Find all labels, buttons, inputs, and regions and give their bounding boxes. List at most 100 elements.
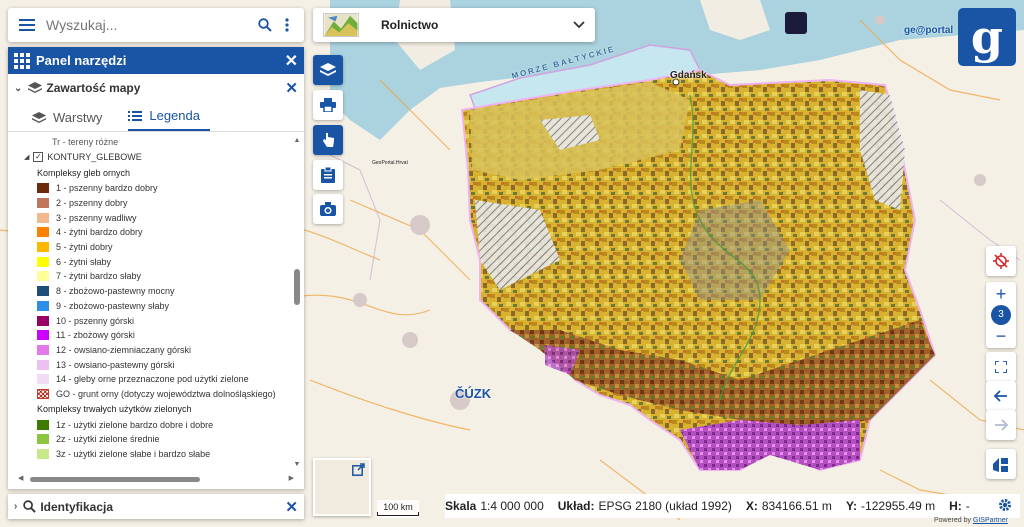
legend-item-label: 14 - gleby orne przeznaczone pod użytki … [56,374,249,385]
legend-item: 3z - użytki zielone słabe i bardzo słabe [8,447,290,462]
print-button[interactable] [313,90,343,120]
printer-icon [320,98,336,112]
forward-button[interactable] [986,410,1016,440]
basemap-button[interactable] [986,449,1016,479]
legend-item-label: 13 - owsiano-pastewny górski [56,359,175,370]
layer-name: KONTURY_GLEBOWE [47,152,142,162]
legend-item-label: 2z - użytki zielone średnie [56,434,160,445]
cuzk-watermark: ČÚZK [455,386,492,401]
legend-swatch [37,419,49,430]
h-value: - [965,499,970,513]
legend-item: 1z - użytki zielone bardzo dobre i dobre [8,417,290,432]
scroll-thumb[interactable] [294,269,300,305]
scale-readout[interactable]: Skala 1:4 000 000 [445,499,544,513]
search-input[interactable] [46,10,254,40]
partner-logo [785,12,807,34]
clipboard-button[interactable] [313,160,343,190]
legend-layer-row[interactable]: ◢ ✓ KONTURY_GLEBOWE [8,149,290,165]
legend-swatch [37,374,49,385]
theme-selector[interactable]: Rolnictwo [313,8,595,42]
legend-swatch [37,434,49,445]
crs-value: EPSG 2180 (układ 1992) [598,499,732,513]
location-off-button[interactable] [986,246,1016,276]
map-content-section-header[interactable]: ⌄ Zawartość mapy ✕ [8,74,304,102]
zoom-out-button[interactable]: − [986,326,1016,346]
section-title: Zawartość mapy [46,81,141,95]
chevron-right-icon[interactable]: › [14,501,17,512]
legend-item: 7 - żytni bardzo słaby [8,269,290,284]
section-close-icon[interactable]: ✕ [285,79,298,97]
legend-swatch [37,359,49,370]
legend-list[interactable]: Tr - tereny różne ◢ ✓ KONTURY_GLEBOWE Ko… [8,135,304,475]
legend-item: 10 - pszenny górski [8,313,290,328]
identify-title: Identyfikacja [40,499,114,514]
legend-swatch [37,198,49,209]
chevron-down-icon[interactable]: ⌄ [14,83,22,94]
scroll-down-icon[interactable]: ▼ [292,461,302,471]
scroll-up-icon[interactable]: ▲ [292,137,302,147]
tools-panel: Panel narzędzi ✕ ⌄ Zawartość mapy ✕ Wars… [8,47,304,489]
scale-bar-label: 100 km [383,502,413,512]
pointer-tool-button[interactable] [313,125,343,155]
layers-tool-button[interactable] [313,55,343,85]
legend-vertical-scrollbar[interactable]: ▲ ▼ [292,135,302,471]
city-label-gdansk: Gdańsk [670,70,707,81]
legend-item-label: 12 - owsiano-ziemniaczany górski [56,344,192,355]
group-title: Kompleksy trwałych użytków zielonych [37,404,192,415]
legend-item: 8 - zbożowo-pastewny mocny [8,284,290,299]
geoportal-logo[interactable]: g [958,8,1016,66]
legend-horizontal-scrollbar[interactable]: ◀ ▶ [18,475,294,483]
legend-item-label: 2 - pszenny dobry [56,198,128,209]
open-external-icon[interactable] [350,463,366,479]
clipboard-icon [321,167,335,183]
search-icon[interactable] [254,10,276,40]
search-box [8,8,304,42]
zoom-in-button[interactable]: + [986,284,1016,304]
legend-item-label: 1z - użytki zielone bardzo dobre i dobre [56,419,214,430]
zoom-control: + 3 − [986,282,1016,348]
hamburger-menu-icon[interactable] [8,8,46,42]
minimap[interactable] [313,458,371,516]
identify-close-icon[interactable]: ✕ [285,498,298,516]
apps-grid-icon [14,52,30,69]
tab-legend-label: Legenda [149,108,200,123]
fullscreen-button[interactable] [986,352,1016,382]
collapse-triangle-icon[interactable]: ◢ [24,153,29,161]
tab-legend[interactable]: Legenda [128,108,210,131]
list-icon [128,110,143,121]
legend-item-label: 3z - użytki zielone słabe i bardzo słabe [56,449,211,460]
chevron-down-icon[interactable] [573,18,585,32]
tab-layers[interactable]: Warstwy [32,110,112,131]
powered-link[interactable]: GISPartner [973,517,1008,524]
y-label: Y: [845,499,858,513]
scroll-left-icon[interactable]: ◀ [18,474,23,482]
legend-item: 3 - pszenny wadliwy [8,210,290,225]
legend-group-2: 1z - użytki zielone bardzo dobre i dobre… [8,417,290,461]
legend-swatch [37,227,49,238]
legend-item-label: 4 - żytni bardzo dobry [56,227,143,238]
legend-swatch [37,271,49,282]
fullscreen-icon [995,361,1007,373]
legend-item: 4 - żytni bardzo dobry [8,225,290,240]
layers-icon [32,111,46,123]
more-options-icon[interactable] [276,10,298,40]
screenshot-button[interactable] [313,194,343,224]
gear-icon[interactable] [998,498,1012,515]
legend-item: Tr - tereny różne [8,135,290,149]
legend-item: 2 - pszenny dobry [8,196,290,211]
hscroll-thumb[interactable] [30,477,200,482]
layer-checkbox[interactable]: ✓ [33,152,44,162]
search-icon [23,500,37,513]
scroll-right-icon[interactable]: ▶ [289,474,294,482]
back-button[interactable] [986,381,1016,411]
arrow-left-icon [994,390,1007,402]
panel-close-icon[interactable]: ✕ [285,51,298,71]
legend-item: 11 - zbożowy górski [8,328,290,343]
panel-tabs: Warstwy Legenda [8,102,304,132]
legend-swatch [37,315,49,326]
crs-readout[interactable]: Układ: EPSG 2180 (układ 1992) [558,499,732,513]
legend-swatch [37,388,49,399]
location-disabled-icon [993,253,1009,269]
legend-item-label: GO - grunt orny (dotyczy województwa dol… [56,388,276,399]
identification-section[interactable]: › Identyfikacja ✕ [8,494,304,519]
